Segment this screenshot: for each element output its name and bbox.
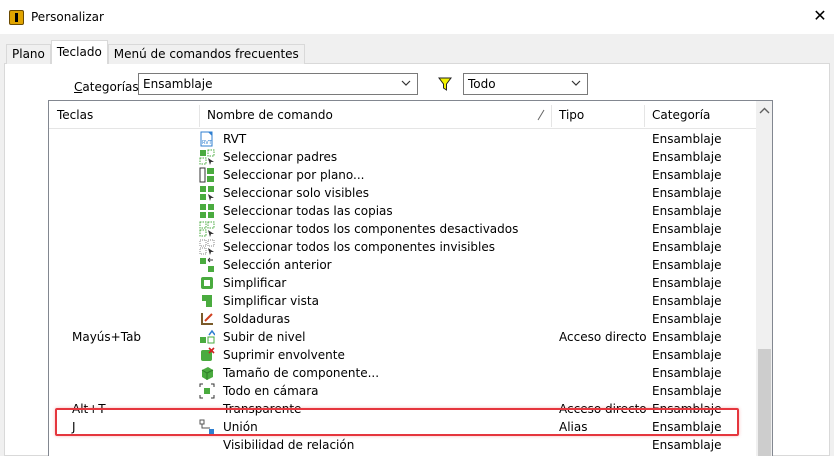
row-command-name: Selección anterior (223, 258, 332, 272)
highlight-annotation (55, 408, 739, 436)
table-row[interactable]: Tamaño de componente... Ensamblaje (49, 364, 756, 382)
row-command-name: Soldaduras (223, 312, 291, 326)
row-category: Ensamblaje (652, 168, 722, 182)
table-row[interactable]: Seleccionar todas las copias Ensamblaje (49, 202, 756, 220)
select-invisible-icon (199, 239, 215, 255)
column-header-tipo[interactable]: Tipo (551, 101, 644, 129)
rvt-icon: RVT (199, 131, 215, 147)
row-category: Ensamblaje (652, 330, 722, 344)
column-header-teclas[interactable]: Teclas (49, 101, 199, 129)
category-label: Categorías (74, 80, 139, 94)
select-visible-icon (199, 185, 215, 201)
all-in-camera-icon (199, 383, 215, 399)
commands-list[interactable]: Teclas Nombre de comando Tipo Categoría … (48, 100, 773, 456)
row-command-name: Seleccionar por plano... (223, 168, 365, 182)
column-header-categoria[interactable]: Categoría (644, 101, 756, 129)
table-row[interactable]: Soldaduras Ensamblaje (49, 310, 756, 328)
row-category: Ensamblaje (652, 132, 722, 146)
tab-teclado[interactable]: Teclado (50, 40, 108, 64)
window-title: Personalizar (31, 10, 104, 24)
row-type: Acceso directo (559, 330, 647, 344)
row-command-name: Suprimir envolvente (223, 348, 345, 362)
chevron-down-icon (571, 80, 581, 86)
row-command-name: Todo en cámara (223, 384, 319, 398)
row-category: Ensamblaje (652, 186, 722, 200)
row-category: Ensamblaje (652, 366, 722, 380)
table-row[interactable]: Seleccionar todos los componentes desact… (49, 220, 756, 238)
app-logo-icon (9, 10, 24, 25)
filter-select[interactable]: Todo (463, 73, 588, 95)
row-category: Ensamblaje (652, 384, 722, 398)
dialog-body: Plano Teclado Menú de comandos frecuente… (0, 34, 834, 456)
scroll-up-icon[interactable] (759, 107, 770, 115)
weldments-icon (199, 311, 215, 327)
row-category: Ensamblaje (652, 258, 722, 272)
row-command-name: Subir de nivel (223, 330, 306, 344)
table-row[interactable]: Visibilidad de relación Ensamblaje (49, 436, 756, 454)
sort-indicator-icon (537, 109, 545, 121)
level-up-icon (199, 329, 216, 345)
row-command-name: Tamaño de componente... (223, 366, 380, 380)
select-parents-icon (199, 149, 215, 165)
row-command-name: Visibilidad de relación (223, 438, 355, 452)
table-row[interactable]: Simplificar Ensamblaje (49, 274, 756, 292)
tab-menu-comandos-frecuentes[interactable]: Menú de comandos frecuentes (107, 44, 305, 64)
chevron-down-icon (401, 80, 411, 86)
simplify-view-icon (199, 293, 215, 309)
list-header: Teclas Nombre de comando Tipo Categoría (49, 101, 756, 129)
row-category: Ensamblaje (652, 438, 722, 452)
scrollbar-thumb[interactable] (758, 349, 771, 456)
row-category: Ensamblaje (652, 150, 722, 164)
table-row[interactable]: Selección anterior Ensamblaje (49, 256, 756, 274)
table-row[interactable]: RVT RVT Ensamblaje (49, 130, 756, 148)
column-header-nombre[interactable]: Nombre de comando (199, 101, 551, 129)
table-row[interactable]: Seleccionar todos los componentes invisi… (49, 238, 756, 256)
close-icon[interactable]: ✕ (812, 8, 828, 24)
tab-strip: Plano Teclado Menú de comandos frecuente… (6, 40, 305, 64)
previous-selection-icon (199, 257, 215, 273)
row-command-name: Seleccionar todos los componentes invisi… (223, 240, 495, 254)
row-category: Ensamblaje (652, 348, 722, 362)
table-row[interactable]: Suprimir envolvente Ensamblaje (49, 346, 756, 364)
row-command-name: RVT (223, 132, 247, 146)
select-suppressed-icon (199, 221, 215, 237)
simplify-icon (199, 275, 215, 291)
row-category: Ensamblaje (652, 312, 722, 326)
row-command-name: Seleccionar todos los componentes desact… (223, 222, 519, 236)
select-by-plane-icon (199, 167, 215, 183)
filter-icon (438, 77, 452, 91)
component-size-icon (199, 365, 215, 381)
category-select[interactable]: Ensamblaje (138, 73, 418, 95)
category-select-value: Ensamblaje (143, 77, 213, 91)
table-row[interactable]: Simplificar vista Ensamblaje (49, 292, 756, 310)
row-category: Ensamblaje (652, 240, 722, 254)
svg-text:RVT: RVT (202, 140, 213, 146)
table-row[interactable]: Seleccionar por plano... Ensamblaje (49, 166, 756, 184)
title-bar: Personalizar ✕ (0, 0, 834, 34)
filter-select-value: Todo (468, 77, 496, 91)
row-category: Ensamblaje (652, 276, 722, 290)
tab-plano[interactable]: Plano (6, 44, 51, 64)
table-row[interactable]: Todo en cámara Ensamblaje (49, 382, 756, 400)
vertical-scrollbar[interactable] (756, 101, 772, 456)
list-rows: RVT RVT Ensamblaje Seleccionar padres Ensamb… (49, 130, 756, 454)
row-category: Ensamblaje (652, 204, 722, 218)
row-key: Mayús+Tab (72, 330, 142, 344)
table-row[interactable]: Seleccionar solo visibles Ensamblaje (49, 184, 756, 202)
select-all-copies-icon (199, 203, 215, 219)
row-command-name: Simplificar (223, 276, 287, 290)
row-category: Ensamblaje (652, 222, 722, 236)
suppress-envelope-icon (199, 347, 215, 363)
row-category: Ensamblaje (652, 294, 722, 308)
row-command-name: Simplificar vista (223, 294, 319, 308)
table-row[interactable]: Mayús+Tab Subir de nivel Acceso directo Ens… (49, 328, 756, 346)
category-label-text: ategorías (82, 80, 139, 94)
row-command-name: Seleccionar padres (223, 150, 338, 164)
table-row[interactable]: Seleccionar padres Ensamblaje (49, 148, 756, 166)
row-command-name: Seleccionar solo visibles (223, 186, 369, 200)
row-command-name: Seleccionar todas las copias (223, 204, 393, 218)
